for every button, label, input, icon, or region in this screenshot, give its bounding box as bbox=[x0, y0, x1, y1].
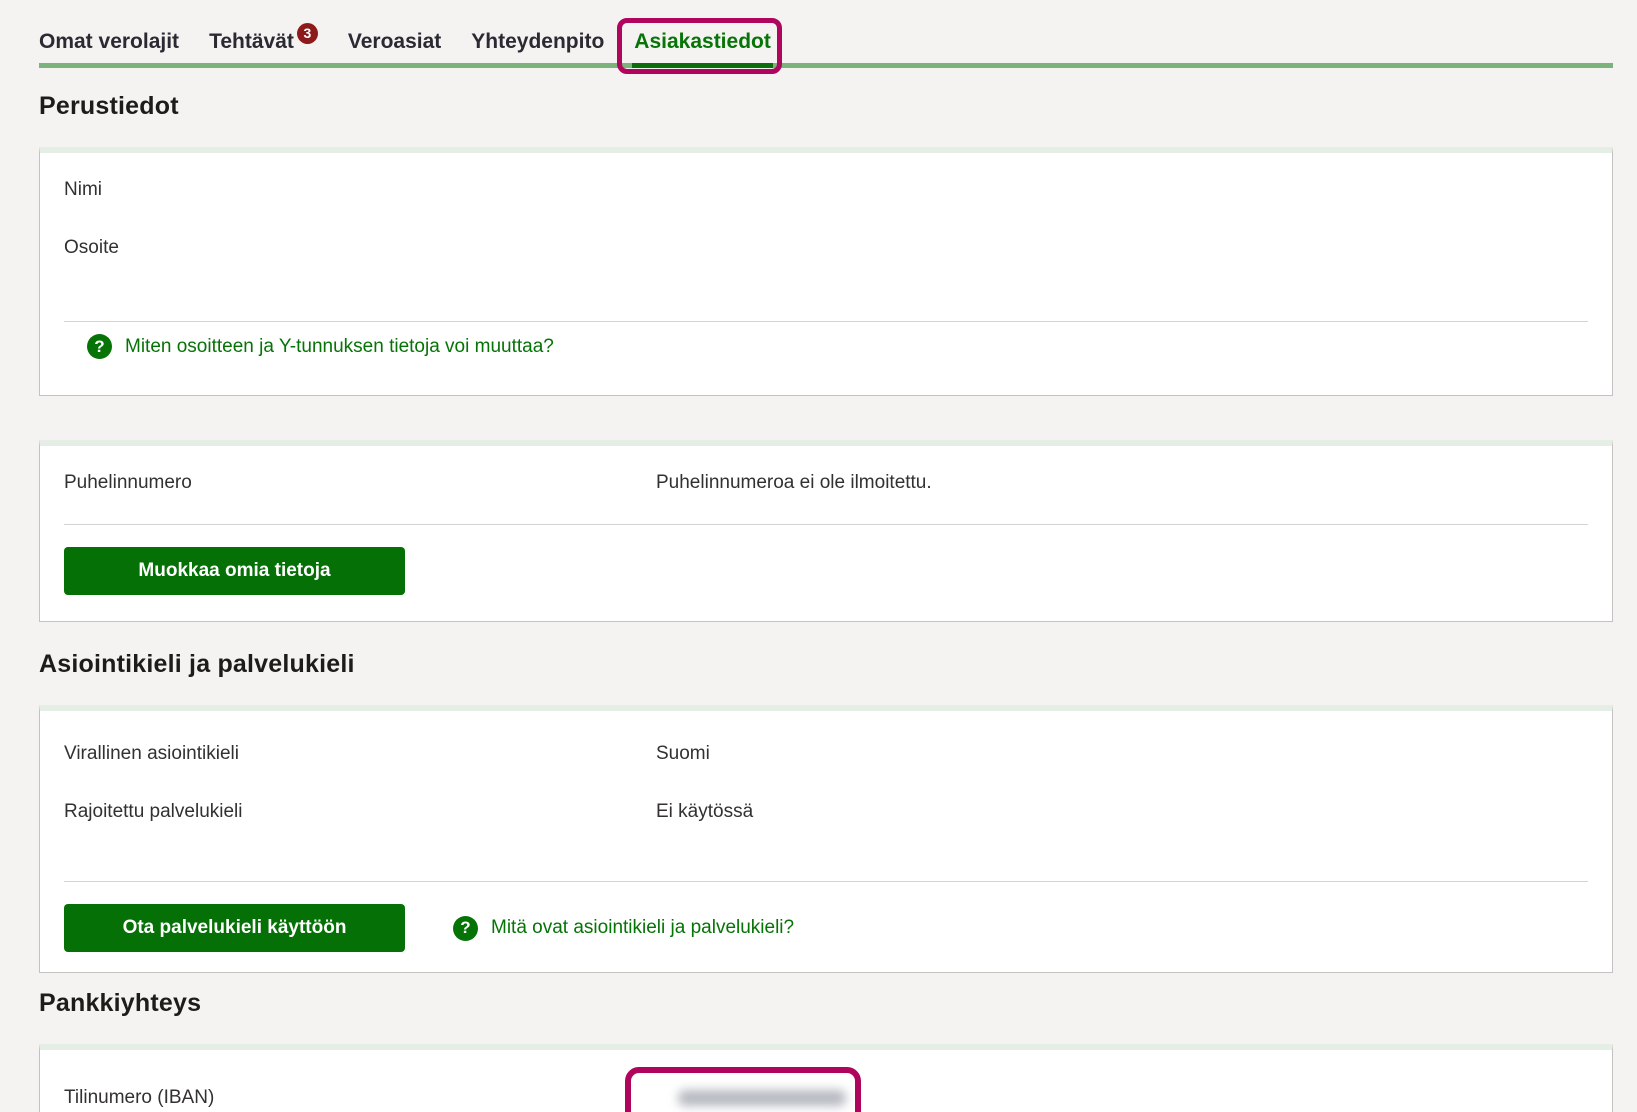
perustiedot-card: Nimi Osoite ? Miten osoitteen ja Y-tunnu… bbox=[39, 147, 1613, 396]
asiointikieli-label: Virallinen asiointikieli bbox=[64, 743, 656, 765]
perustiedot-help-row: ? Miten osoitteen ja Y-tunnuksen tietoja… bbox=[87, 334, 1588, 359]
ota-palvelukieli-button[interactable]: Ota palvelukieli käyttöön bbox=[64, 904, 405, 952]
palvelukieli-label: Rajoitettu palvelukieli bbox=[64, 801, 656, 823]
tilinumero-row: Tilinumero (IBAN) bbox=[64, 1062, 1588, 1112]
palvelukieli-row: Rajoitettu palvelukieli Ei käytössä bbox=[64, 783, 1588, 841]
nimi-label: Nimi bbox=[64, 179, 656, 201]
puhelinnumero-label: Puhelinnumero bbox=[64, 472, 656, 494]
osoite-help-link[interactable]: ? Miten osoitteen ja Y-tunnuksen tietoja… bbox=[87, 334, 554, 359]
tab-yhteydenpito[interactable]: Yhteydenpito bbox=[471, 30, 604, 63]
muokkaa-omia-tietoja-button[interactable]: Muokkaa omia tietoja bbox=[64, 547, 405, 595]
tilinumero-value-redacted bbox=[656, 1090, 846, 1106]
tehtavat-count-badge: 3 bbox=[297, 23, 318, 44]
osoite-value-redacted bbox=[656, 237, 678, 259]
tab-tehtavat-label: Tehtävät bbox=[209, 30, 294, 53]
divider bbox=[64, 881, 1588, 882]
osoite-row: Osoite bbox=[64, 219, 1588, 277]
palvelukieli-value: Ei käytössä bbox=[656, 801, 753, 823]
pankkiyhteys-heading: Pankkiyhteys bbox=[39, 989, 1613, 1018]
kielet-help-link[interactable]: ? Mitä ovat asiointikieli ja palvelukiel… bbox=[453, 916, 794, 941]
tab-tehtavat[interactable]: Tehtävät3 bbox=[209, 30, 318, 63]
kielet-card: Virallinen asiointikieli Suomi Rajoitett… bbox=[39, 705, 1613, 973]
divider bbox=[64, 524, 1588, 525]
tilinumero-label: Tilinumero (IBAN) bbox=[64, 1087, 656, 1109]
pankkiyhteys-card: Tilinumero (IBAN) bbox=[39, 1044, 1613, 1112]
tab-asiakastiedot[interactable]: Asiakastiedot bbox=[634, 30, 771, 63]
kielet-actions: Ota palvelukieli käyttöön ? Mitä ovat as… bbox=[64, 904, 1588, 952]
puhelinnumero-value: Puhelinnumeroa ei ole ilmoitettu. bbox=[656, 472, 932, 494]
question-mark-icon: ? bbox=[87, 334, 112, 359]
nimi-row: Nimi bbox=[64, 161, 1588, 219]
puhelinnumero-row: Puhelinnumero Puhelinnumeroa ei ole ilmo… bbox=[64, 454, 1588, 512]
tab-veroasiat[interactable]: Veroasiat bbox=[348, 30, 441, 63]
tab-bar: Omat verolajit Tehtävät3 Veroasiat Yhtey… bbox=[39, 0, 1613, 68]
tab-asiakastiedot-label: Asiakastiedot bbox=[634, 30, 771, 53]
divider bbox=[64, 321, 1588, 322]
puhelinnumero-actions: Muokkaa omia tietoja bbox=[64, 547, 1588, 595]
tab-omat-verolajit[interactable]: Omat verolajit bbox=[39, 30, 179, 63]
puhelinnumero-card: Puhelinnumero Puhelinnumeroa ei ole ilmo… bbox=[39, 440, 1613, 622]
redacted-iban-blur bbox=[678, 1090, 846, 1106]
osoite-help-link-label: Miten osoitteen ja Y-tunnuksen tietoja v… bbox=[125, 336, 554, 358]
question-mark-icon: ? bbox=[453, 916, 478, 941]
kielet-heading: Asiointikieli ja palvelukieli bbox=[39, 650, 1613, 679]
kielet-help-link-label: Mitä ovat asiointikieli ja palvelukieli? bbox=[491, 917, 794, 939]
asiointikieli-value: Suomi bbox=[656, 743, 710, 765]
perustiedot-heading: Perustiedot bbox=[39, 92, 1613, 121]
nimi-value-redacted bbox=[656, 179, 678, 201]
page: Omat verolajit Tehtävät3 Veroasiat Yhtey… bbox=[0, 0, 1637, 1112]
asiointikieli-row: Virallinen asiointikieli Suomi bbox=[64, 725, 1588, 783]
osoite-label: Osoite bbox=[64, 237, 656, 259]
